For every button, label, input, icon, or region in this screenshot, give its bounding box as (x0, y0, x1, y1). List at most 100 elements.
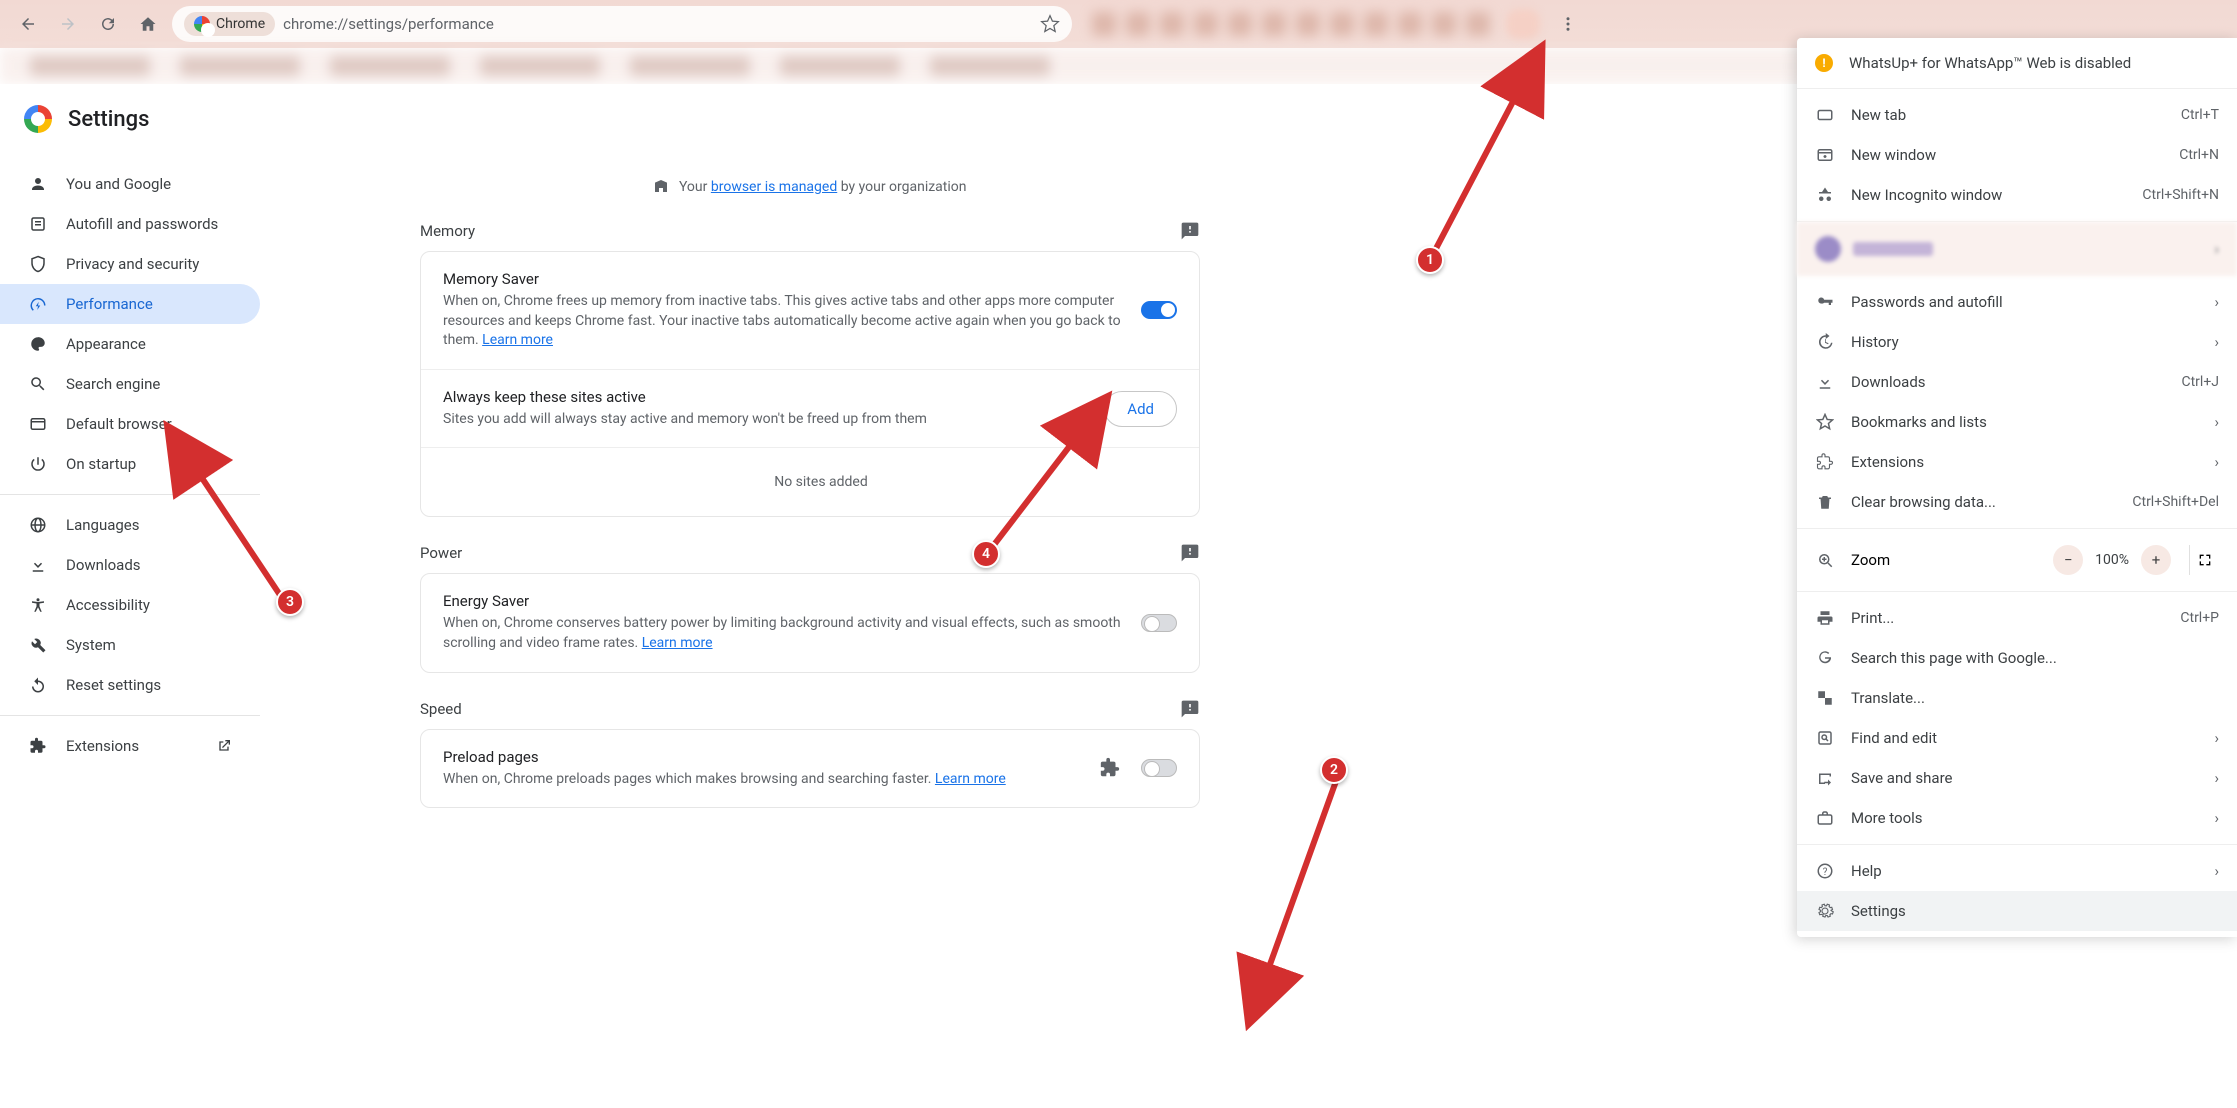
sidebar-item-you-and-google[interactable]: You and Google (0, 164, 260, 204)
sidebar-item-label: Reset settings (66, 676, 161, 694)
sidebar-item-reset[interactable]: Reset settings (0, 665, 260, 705)
feedback-icon[interactable] (1180, 699, 1200, 719)
google-icon (1815, 648, 1835, 668)
no-sites-text: No sites added (752, 460, 868, 504)
sidebar-item-search-engine[interactable]: Search engine (0, 364, 260, 404)
sidebar-item-accessibility[interactable]: Accessibility (0, 585, 260, 625)
menu-history[interactable]: History› (1797, 322, 2237, 362)
menu-extensions[interactable]: Extensions› (1797, 442, 2237, 482)
energy-saver-toggle[interactable] (1141, 614, 1177, 632)
menu-bookmarks[interactable]: Bookmarks and lists› (1797, 402, 2237, 442)
menu-help[interactable]: ?Help› (1797, 851, 2237, 891)
energy-saver-row: Energy Saver When on, Chrome conserves b… (421, 574, 1199, 671)
back-button[interactable] (12, 8, 44, 40)
menu-new-incognito[interactable]: New Incognito windowCtrl+Shift+N (1797, 175, 2237, 215)
menu-search-page[interactable]: Search this page with Google... (1797, 638, 2237, 678)
chrome-icon (194, 16, 210, 32)
address-bar[interactable]: Chrome chrome://settings/performance (172, 6, 1072, 42)
reload-button[interactable] (92, 8, 124, 40)
building-icon (653, 178, 669, 194)
sidebar-item-languages[interactable]: Languages (0, 505, 260, 545)
sidebar-item-label: Languages (66, 516, 140, 534)
zoom-out-button[interactable]: − (2053, 545, 2083, 575)
settings-main: Your browser is managed by your organiza… (260, 84, 1200, 1108)
puzzle-icon (28, 736, 48, 756)
learn-more-link[interactable]: Learn more (642, 635, 713, 651)
learn-more-link[interactable]: Learn more (482, 332, 553, 348)
puzzle-icon (1815, 452, 1835, 472)
sidebar-item-label: Search engine (66, 375, 160, 393)
section-title-speed: Speed (420, 700, 462, 718)
sidebar-item-label: Downloads (66, 556, 141, 574)
feedback-icon[interactable] (1180, 221, 1200, 241)
home-button[interactable] (132, 8, 164, 40)
download-icon (28, 555, 48, 575)
chevron-right-icon: › (2214, 729, 2219, 747)
feedback-icon[interactable] (1180, 543, 1200, 563)
sidebar-item-downloads[interactable]: Downloads (0, 545, 260, 585)
menu-passwords[interactable]: Passwords and autofill› (1797, 282, 2237, 322)
bookmark-star-icon[interactable] (1040, 14, 1060, 34)
menu-new-tab[interactable]: New tabCtrl+T (1797, 95, 2237, 135)
sidebar-item-performance[interactable]: Performance (0, 284, 260, 324)
key-icon (1815, 292, 1835, 312)
svg-text:?: ? (1823, 867, 1828, 878)
profile-avatar[interactable] (1506, 9, 1540, 39)
shield-icon (28, 254, 48, 274)
menu-disabled-extension[interactable]: ! WhatsUp+ for WhatsApp™ Web is disabled (1797, 44, 2237, 82)
chevron-right-icon: › (2214, 413, 2219, 431)
section-title-power: Power (420, 544, 462, 562)
chevron-right-icon: › (2214, 333, 2219, 351)
chevron-right-icon: › (2214, 769, 2219, 787)
menu-find-edit[interactable]: Find and edit› (1797, 718, 2237, 758)
chrome-menu-button[interactable] (1552, 8, 1584, 40)
menu-save-share[interactable]: Save and share› (1797, 758, 2237, 798)
memory-saver-title: Memory Saver (443, 270, 1121, 288)
puzzle-icon (1099, 757, 1121, 779)
managed-link[interactable]: browser is managed (711, 179, 837, 195)
sidebar-item-appearance[interactable]: Appearance (0, 324, 260, 364)
menu-settings[interactable]: Settings (1797, 891, 2237, 931)
browser-icon (28, 414, 48, 434)
autofill-icon (28, 214, 48, 234)
learn-more-link[interactable]: Learn more (935, 771, 1006, 787)
managed-banner: Your browser is managed by your organiza… (420, 164, 1200, 213)
sidebar-item-privacy[interactable]: Privacy and security (0, 244, 260, 284)
menu-profile-row[interactable]: › (1797, 222, 2237, 276)
zoom-in-button[interactable]: + (2141, 545, 2171, 575)
sidebar-item-system[interactable]: System (0, 625, 260, 665)
sidebar-item-extensions[interactable]: Extensions (0, 726, 260, 766)
zoom-icon (1815, 550, 1835, 570)
speed-card: Preload pages When on, Chrome preloads p… (420, 729, 1200, 809)
chevron-right-icon: › (2214, 240, 2219, 258)
translate-icon (1815, 688, 1835, 708)
menu-downloads[interactable]: DownloadsCtrl+J (1797, 362, 2237, 402)
add-site-button[interactable]: Add (1104, 391, 1177, 427)
person-icon (28, 174, 48, 194)
menu-new-window[interactable]: New windowCtrl+N (1797, 135, 2237, 175)
site-chip[interactable]: Chrome (184, 12, 275, 36)
preload-toggle[interactable] (1141, 759, 1177, 777)
star-icon (1815, 412, 1835, 432)
sidebar-item-autofill[interactable]: Autofill and passwords (0, 204, 260, 244)
menu-translate[interactable]: Translate... (1797, 678, 2237, 718)
menu-print[interactable]: Print...Ctrl+P (1797, 598, 2237, 638)
forward-button[interactable] (52, 8, 84, 40)
app-title: Settings (68, 107, 149, 132)
reset-icon (28, 675, 48, 695)
always-active-title: Always keep these sites active (443, 388, 1084, 406)
history-icon (1815, 332, 1835, 352)
sidebar-item-on-startup[interactable]: On startup (0, 444, 260, 484)
tab-icon (1815, 105, 1835, 125)
fullscreen-button[interactable] (2189, 545, 2219, 575)
site-chip-label: Chrome (216, 16, 265, 32)
speedometer-icon (28, 294, 48, 314)
memory-saver-toggle[interactable] (1141, 301, 1177, 319)
help-icon: ? (1815, 861, 1835, 881)
memory-card: Memory Saver When on, Chrome frees up me… (420, 251, 1200, 517)
find-icon (1815, 728, 1835, 748)
menu-more-tools[interactable]: More tools› (1797, 798, 2237, 838)
sidebar-item-default-browser[interactable]: Default browser (0, 404, 260, 444)
menu-clear-data[interactable]: Clear browsing data...Ctrl+Shift+Del (1797, 482, 2237, 522)
sidebar-item-label: On startup (66, 455, 136, 473)
